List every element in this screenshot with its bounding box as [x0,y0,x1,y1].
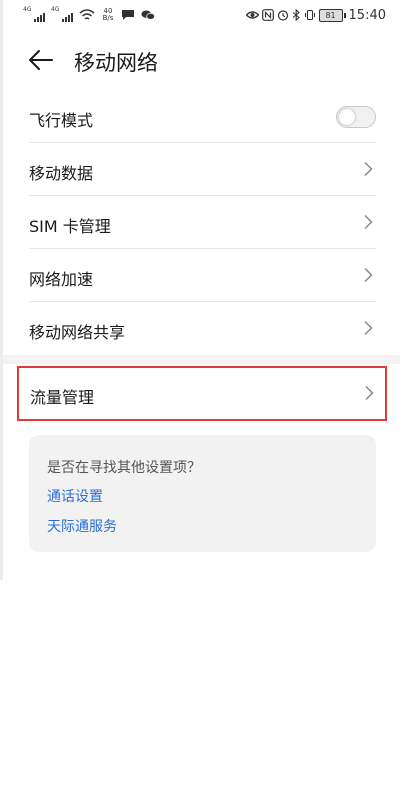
airplane-mode-label: 飞行模式 [29,111,94,130]
chevron-right-icon [365,385,374,401]
wechat-icon [141,10,155,20]
bluetooth-icon [292,9,300,21]
network-acceleration-label: 网络加速 [29,270,94,289]
nfc-icon [261,9,274,21]
chevron-right-icon [364,267,373,283]
suggestions-question: 是否在寻找其他设置项？ [47,460,201,476]
wifi-icon [79,9,95,20]
chevron-right-icon [364,161,373,177]
header: 移动网络 [0,38,400,84]
settings-list: 飞行模式 移动数据 SIM 卡管理 网络加速 移动网络共享 [0,90,400,355]
clock: 15:40 [348,7,386,23]
sim1-signal-icon: 4G [23,6,45,22]
left-edge-shade [0,0,3,580]
airplane-mode-toggle[interactable] [336,106,376,128]
sim-card-management-row[interactable]: SIM 卡管理 [0,196,400,249]
back-arrow-icon[interactable] [28,49,54,71]
status-bar-right: 81 15:40 [245,6,386,24]
battery-level: 81 [318,8,343,22]
chevron-right-icon [364,320,373,336]
network-speed: 40 B/s [101,8,115,22]
skytone-service-link[interactable]: 天际通服务 [47,516,117,536]
mobile-data-row[interactable]: 移动数据 [0,143,400,196]
battery-icon: 81 [318,8,346,22]
section-gap [0,355,400,364]
chevron-right-icon [364,214,373,230]
status-bar: 4G 4G 40 B/s 81 15:40 [0,0,400,30]
alarm-icon [277,10,288,21]
hotspot-sharing-label: 移动网络共享 [29,323,126,342]
page-title: 移动网络 [74,51,158,75]
network-acceleration-row[interactable]: 网络加速 [0,249,400,302]
mobile-data-label: 移动数据 [29,164,94,183]
airplane-mode-row[interactable]: 飞行模式 [0,90,400,143]
data-usage-management-row[interactable]: 流量管理 [17,366,387,421]
sim-card-management-label: SIM 卡管理 [29,217,111,236]
data-usage-management-label: 流量管理 [30,388,95,407]
call-settings-link[interactable]: 通话设置 [47,486,103,506]
vibrate-icon [304,9,315,21]
eye-icon [245,11,259,19]
suggestions-card: 是否在寻找其他设置项？ 通话设置 天际通服务 [29,435,376,552]
message-icon [122,10,134,20]
status-bar-left: 4G 4G 40 B/s [23,5,155,25]
sim2-signal-icon: 4G [51,6,73,22]
network-speed-unit: B/s [102,14,114,22]
hotspot-sharing-row[interactable]: 移动网络共享 [0,302,400,355]
